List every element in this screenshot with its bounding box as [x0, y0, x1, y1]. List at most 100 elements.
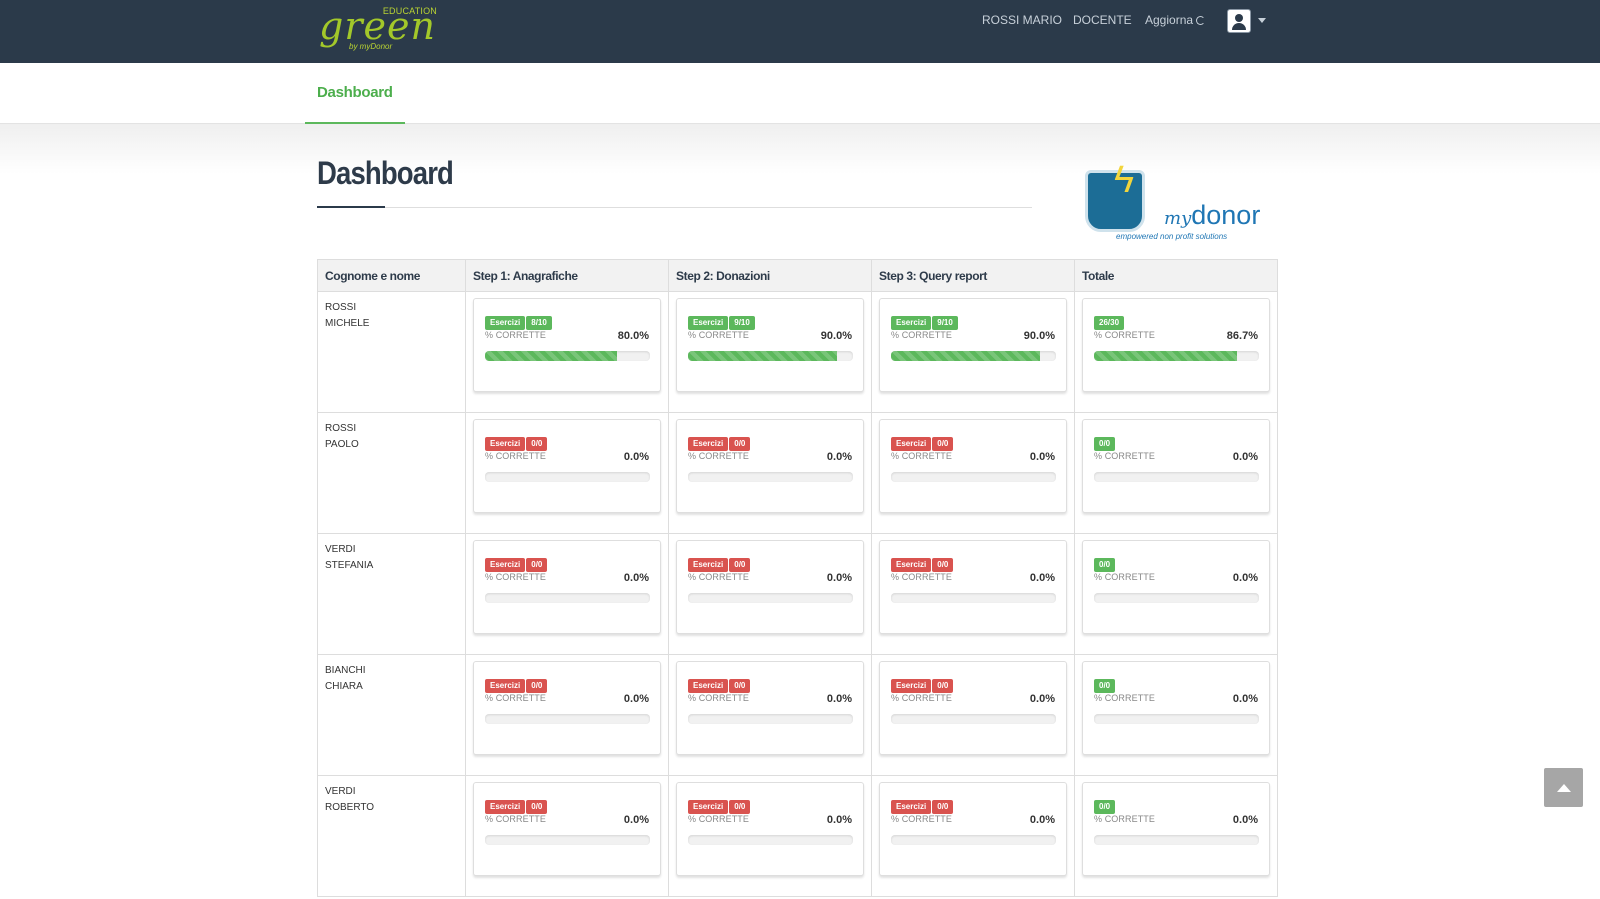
- percent-correct-value: 0.0%: [826, 693, 852, 705]
- progress-card: Esercizi 0/0% CORRETTE 0.0%: [473, 540, 661, 634]
- student-name-cell: VERDI STEFANIA: [317, 533, 466, 655]
- percent-correct-value: 0.0%: [1029, 451, 1055, 463]
- progress-card: Esercizi 0/0% CORRETTE 0.0%: [473, 782, 661, 876]
- student-surname: ROSSI: [325, 302, 357, 313]
- progress-cell: Esercizi 0/0% CORRETTE 0.0%: [668, 775, 872, 897]
- progress-card: Esercizi 0/0% CORRETTE 0.0%: [473, 419, 661, 513]
- table-row: VERDI STEFANIA Esercizi 0/0% CORRETTE 0.0% Es…: [317, 533, 1278, 655]
- title-accent: [317, 206, 385, 208]
- student-name: ROSSI PAOLO: [325, 421, 458, 453]
- progress-card: Esercizi 0/0% CORRETTE 0.0%: [676, 782, 864, 876]
- students-progress-table: Cognome e nome Step 1: Anagrafiche Step …: [317, 259, 1278, 897]
- progress-cell: Esercizi 0/0% CORRETTE 0.0%: [871, 775, 1075, 897]
- progress-bar: [1094, 835, 1259, 845]
- progress-card: Esercizi 9/10% CORRETTE 90.0%: [879, 298, 1067, 392]
- back-to-top-button[interactable]: [1544, 768, 1583, 807]
- column-header-step3: Step 3: Query report: [871, 259, 1075, 292]
- progress-bar-fill: [1094, 351, 1238, 361]
- table-header-row: Cognome e nome Step 1: Anagrafiche Step …: [317, 259, 1278, 292]
- exercises-badge: Esercizi: [485, 800, 526, 814]
- table-row: BIANCHI CHIARA Esercizi 0/0% CORRETTE 0.0% Es…: [317, 654, 1278, 776]
- progress-bar-fill: [891, 351, 1040, 361]
- column-header-step1: Step 1: Anagrafiche: [465, 259, 669, 292]
- progress-cell: Esercizi 0/0% CORRETTE 0.0%: [871, 654, 1075, 776]
- score-badge: 0/0: [729, 437, 751, 451]
- progress-bar: [891, 714, 1056, 724]
- title-divider: [317, 207, 1032, 208]
- progress-bar-fill: [485, 351, 617, 361]
- percent-correct-label: % CORRETTE: [1094, 572, 1156, 582]
- logo-by-text: by myDonor: [349, 42, 393, 51]
- percent-correct-label: % CORRETTE: [1094, 451, 1156, 461]
- student-firstname: STEFANIA: [325, 560, 374, 571]
- student-name-cell: ROSSI PAOLO: [317, 412, 466, 534]
- percent-correct-label: % CORRETTE: [1094, 330, 1156, 340]
- exercises-badge: Esercizi: [891, 316, 932, 330]
- progress-cell: 0/0% CORRETTE 0.0%: [1074, 412, 1278, 534]
- caret-down-icon[interactable]: [1258, 18, 1266, 23]
- progress-card: Esercizi 0/0% CORRETTE 0.0%: [879, 661, 1067, 755]
- progress-cell: 0/0% CORRETTE 0.0%: [1074, 654, 1278, 776]
- student-firstname: CHIARA: [325, 681, 363, 692]
- progress-bar: [688, 714, 853, 724]
- progress-bar: [891, 835, 1056, 845]
- mydonor-tagline: empowered non profit solutions: [1116, 232, 1228, 241]
- chevron-up-icon: [1557, 784, 1571, 792]
- percent-correct-label: % CORRETTE: [485, 572, 547, 582]
- score-badge: 0/0: [729, 800, 751, 814]
- mydonor-wordmark: mydonor: [1164, 200, 1261, 230]
- percent-correct-value: 0.0%: [1232, 814, 1258, 826]
- percent-correct-label: % CORRETTE: [891, 572, 953, 582]
- percent-correct-label: % CORRETTE: [688, 572, 750, 582]
- progress-bar: [688, 593, 853, 603]
- score-badge: 0/0: [932, 800, 954, 814]
- progress-card: Esercizi 9/10% CORRETTE 90.0%: [676, 298, 864, 392]
- score-badge: 9/10: [729, 316, 755, 330]
- progress-bar: [1094, 714, 1259, 724]
- exercises-badge: Esercizi: [688, 800, 729, 814]
- student-name: BIANCHI CHIARA: [325, 663, 458, 695]
- education-green-logo[interactable]: EDUCATION green by myDonor: [319, 4, 439, 54]
- tab-dashboard[interactable]: Dashboard: [305, 63, 405, 124]
- progress-card: Esercizi 0/0% CORRETTE 0.0%: [676, 419, 864, 513]
- table-row: ROSSI MICHELE Esercizi 8/10% CORRETTE 80.0% E…: [317, 291, 1278, 413]
- score-badge: 0/0: [526, 558, 548, 572]
- score-badge: 0/0: [932, 558, 954, 572]
- score-badge: 0/0: [526, 437, 548, 451]
- user-avatar-icon[interactable]: [1227, 9, 1251, 33]
- percent-correct-label: % CORRETTE: [891, 330, 953, 340]
- mydonor-logo: ϟ mydonor empowered non profit solutions: [1080, 160, 1280, 245]
- logo-green-text: green: [319, 4, 436, 48]
- lightning-bolt-icon: ϟ: [1114, 159, 1135, 201]
- progress-bar: [1094, 472, 1259, 482]
- student-firstname: ROBERTO: [325, 802, 375, 813]
- nav-user-name[interactable]: ROSSI MARIO: [982, 13, 1062, 27]
- student-name: ROSSI MICHELE: [325, 300, 458, 332]
- percent-correct-value: 0.0%: [1232, 572, 1258, 584]
- score-badge: 0/0: [1094, 437, 1116, 451]
- tab-dashboard-label: Dashboard: [317, 84, 393, 101]
- refresh-button[interactable]: Aggiorna: [1145, 13, 1206, 27]
- column-header-name: Cognome e nome: [317, 259, 466, 292]
- percent-correct-label: % CORRETTE: [891, 693, 953, 703]
- percent-correct-label: % CORRETTE: [688, 330, 750, 340]
- progress-cell: Esercizi 9/10% CORRETTE 90.0%: [871, 291, 1075, 413]
- exercises-badge: Esercizi: [485, 558, 526, 572]
- score-badge: 8/10: [526, 316, 552, 330]
- progress-cell: Esercizi 0/0% CORRETTE 0.0%: [668, 533, 872, 655]
- progress-cell: Esercizi 0/0% CORRETTE 0.0%: [465, 654, 669, 776]
- refresh-icon: [1196, 16, 1206, 25]
- score-badge: 26/30: [1094, 316, 1125, 330]
- table-row: VERDI ROBERTO Esercizi 0/0% CORRETTE 0.0% Ese…: [317, 775, 1278, 897]
- score-badge: 9/10: [932, 316, 958, 330]
- progress-cell: Esercizi 0/0% CORRETTE 0.0%: [465, 533, 669, 655]
- nav-role[interactable]: DOCENTE: [1073, 13, 1132, 27]
- score-badge: 0/0: [526, 679, 548, 693]
- progress-bar: [891, 351, 1056, 361]
- refresh-label: Aggiorna: [1145, 13, 1194, 27]
- progress-bar: [485, 835, 650, 845]
- exercises-badge: Esercizi: [891, 437, 932, 451]
- percent-correct-label: % CORRETTE: [485, 693, 547, 703]
- percent-correct-label: % CORRETTE: [485, 451, 547, 461]
- progress-card: 0/0% CORRETTE 0.0%: [1082, 661, 1270, 755]
